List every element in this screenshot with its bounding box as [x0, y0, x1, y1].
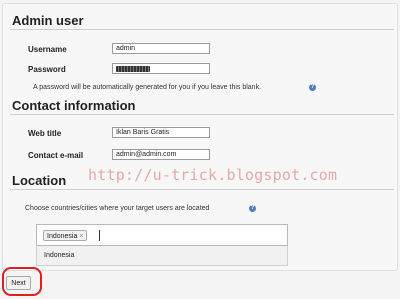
help-icon[interactable]: ? [249, 205, 256, 212]
divider [10, 29, 394, 30]
password-mask [116, 66, 150, 72]
location-prompt: Choose countries/cities where your targe… [25, 205, 210, 212]
password-hint: A password will be automatically generat… [33, 84, 262, 91]
web-title-label: Web title [28, 129, 62, 138]
location-tag-chip: Indonesia × [43, 230, 88, 241]
username-label: Username [28, 45, 67, 54]
contact-email-label: Contact e-mail [28, 151, 84, 160]
web-title-field[interactable] [112, 127, 210, 138]
admin-user-heading: Admin user [12, 13, 84, 28]
contact-info-heading: Contact information [12, 98, 136, 113]
location-tag-input[interactable]: Indonesia × [36, 224, 288, 246]
text-cursor [99, 230, 100, 241]
username-field[interactable] [112, 43, 210, 54]
password-label: Password [28, 65, 66, 74]
location-heading: Location [12, 173, 67, 188]
suggestion-item[interactable]: Indonesia [36, 246, 288, 266]
contact-email-field[interactable] [112, 149, 210, 160]
watermark-text: http://u-trick.blogspot.com [88, 166, 338, 184]
divider [10, 189, 394, 190]
divider [10, 114, 394, 115]
password-field[interactable] [112, 63, 210, 74]
close-icon[interactable]: × [79, 233, 83, 240]
help-icon[interactable]: ? [309, 84, 316, 91]
tag-label: Indonesia [47, 233, 78, 240]
next-button[interactable]: Next [6, 276, 31, 290]
